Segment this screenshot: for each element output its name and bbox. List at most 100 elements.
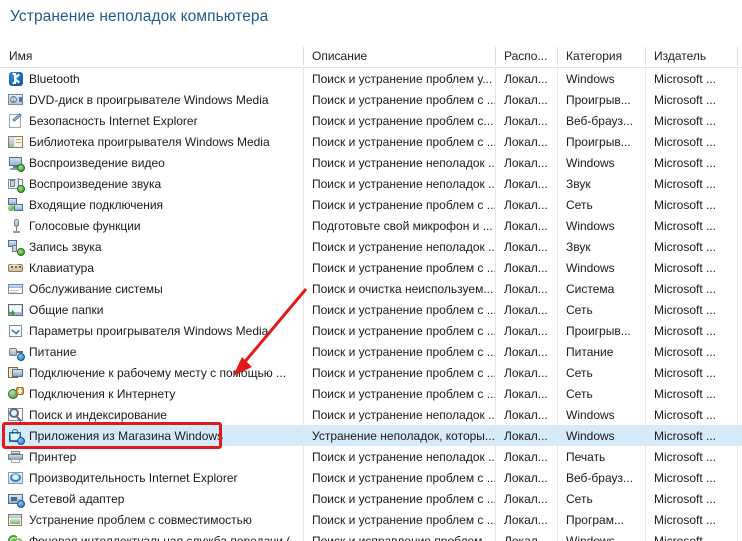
cell-location: Локал...	[504, 365, 548, 380]
cell-name: DVD-диск в проигрывателе Windows Media	[0, 89, 303, 110]
cell-location: Локал...	[504, 491, 548, 506]
cell-name: Bluetooth	[0, 68, 303, 89]
column-divider-category-publisher[interactable]	[645, 47, 646, 65]
cell-category: Windows	[566, 218, 615, 233]
cell-location: Локал...	[504, 302, 548, 317]
shared-folders-icon	[8, 302, 24, 318]
table-row[interactable]: Воспроизведение видео Поиск и устранение …	[0, 152, 742, 173]
table-row[interactable]: Клавиатура Поиск и устранение проблем с .…	[0, 257, 742, 278]
cell-location: Локал...	[504, 386, 548, 401]
troubleshooter-name: Питание	[29, 344, 77, 359]
cell-description: Поиск и очистка неиспользуем...	[312, 281, 494, 296]
troubleshooter-name: Воспроизведение звука	[29, 176, 162, 191]
internet-connections-icon	[8, 386, 24, 402]
cell-category: Веб-брауз...	[566, 470, 634, 485]
column-header-location[interactable]: Распо...	[495, 44, 557, 68]
cell-description: Поиск и устранение неполадок ...	[312, 176, 495, 191]
troubleshooter-name: Подключения к Интернету	[29, 386, 176, 401]
cell-location: Локал...	[504, 533, 548, 541]
cell-description: Поиск и устранение проблем с ...	[312, 365, 495, 380]
table-row[interactable]: Фоновая интеллектуальная служба передачи…	[0, 530, 742, 541]
cell-publisher: Microsoft ...	[654, 176, 717, 191]
column-divider-name-description[interactable]	[303, 47, 304, 65]
troubleshooter-name: Подключение к рабочему месту с помощью .…	[29, 365, 287, 380]
cell-category: Сеть	[566, 302, 593, 317]
troubleshooter-name: Сетевой адаптер	[29, 491, 125, 506]
dvd-drive-icon	[8, 92, 24, 108]
cell-location: Локал...	[504, 197, 548, 212]
table-row[interactable]: Обслуживание системы Поиск и очистка неис…	[0, 278, 742, 299]
cell-publisher: Microsoft ...	[654, 428, 717, 443]
cell-publisher: Microsoft ...	[654, 260, 717, 275]
cell-description: Поиск и устранение проблем с ...	[312, 92, 495, 107]
troubleshooter-name: Запись звука	[29, 239, 102, 254]
column-divider-location-category[interactable]	[557, 47, 558, 65]
cell-description: Поиск и устранение проблем у...	[312, 71, 493, 86]
search-index-icon	[8, 407, 24, 423]
troubleshooter-name: Библиотека проигрывателя Windows Media	[29, 134, 270, 149]
incoming-connections-icon	[8, 197, 24, 213]
cell-publisher: Microsoft ...	[654, 323, 717, 338]
table-row[interactable]: Подключение к рабочему месту с помощью .…	[0, 362, 742, 383]
table-row[interactable]: Входящие подключения Поиск и устранение п…	[0, 194, 742, 215]
cell-category: Звук	[566, 239, 591, 254]
table-row[interactable]: Подключения к Интернету Поиск и устранени…	[0, 383, 742, 404]
cell-publisher: Microsoft ...	[654, 365, 717, 380]
cell-location: Локал...	[504, 428, 548, 443]
table-row[interactable]: Общие папки Поиск и устранение проблем с …	[0, 299, 742, 320]
cell-name: Поиск и индексирование	[0, 404, 303, 425]
troubleshooter-name: Голосовые функции	[29, 218, 141, 233]
table-row[interactable]: Производительность Internet Explorer Поис…	[0, 467, 742, 488]
column-header-category[interactable]: Категория	[557, 44, 645, 68]
cell-publisher: Microsoft ...	[654, 155, 717, 170]
keyboard-icon	[8, 260, 24, 276]
cell-name: Фоновая интеллектуальная служба передачи…	[0, 530, 303, 541]
cell-category: Проигрыв...	[566, 92, 631, 107]
cell-category: Питание	[566, 344, 614, 359]
column-header-name[interactable]: Имя	[0, 44, 303, 68]
table-row[interactable]: Приложения из Магазина Windows Устранение…	[0, 425, 742, 446]
table-row[interactable]: Воспроизведение звука Поиск и устранение …	[0, 173, 742, 194]
troubleshooting-window: Устранение неполадок компьютера Имя Опис…	[0, 0, 742, 541]
grid-line-5	[737, 68, 738, 541]
table-row[interactable]: Поиск и индексирование Поиск и устранение…	[0, 404, 742, 425]
table-row[interactable]: Сетевой адаптер Поиск и устранение пробле…	[0, 488, 742, 509]
cell-name: Обслуживание системы	[0, 278, 303, 299]
table-row[interactable]: Голосовые функции Подготовьте свой микроф…	[0, 215, 742, 236]
cell-publisher: Microsoft ...	[654, 218, 717, 233]
table-row[interactable]: Безопасность Internet Explorer Поиск и ус…	[0, 110, 742, 131]
cell-publisher: Microsoft ...	[654, 197, 717, 212]
cell-category: Сеть	[566, 386, 593, 401]
cell-description: Поиск и устранение проблем с ...	[312, 260, 495, 275]
cell-location: Локал...	[504, 134, 548, 149]
table-row[interactable]: Запись звука Поиск и устранение неполадок…	[0, 236, 742, 257]
table-row[interactable]: Принтер Поиск и устранение неполадок ... Л…	[0, 446, 742, 467]
cell-description: Поиск и устранение проблем с ...	[312, 323, 495, 338]
troubleshooter-name: Фоновая интеллектуальная служба передачи…	[29, 533, 301, 541]
table-row[interactable]: Устранение проблем с совместимостью Поиск…	[0, 509, 742, 530]
cell-location: Локал...	[504, 281, 548, 296]
table-row[interactable]: Параметры проигрывателя Windows Media Пои…	[0, 320, 742, 341]
table-row[interactable]: Bluetooth Поиск и устранение проблем у...…	[0, 68, 742, 89]
cell-name: Безопасность Internet Explorer	[0, 110, 303, 131]
cell-name: Запись звука	[0, 236, 303, 257]
cell-location: Локал...	[504, 260, 548, 275]
cell-name: Воспроизведение звука	[0, 173, 303, 194]
table-row[interactable]: Питание Поиск и устранение проблем с ... Л…	[0, 341, 742, 362]
grid-line-3	[557, 68, 558, 541]
column-divider-description-location[interactable]	[495, 47, 496, 65]
cell-category: Печать	[566, 449, 606, 464]
troubleshooter-name: Обслуживание системы	[29, 281, 163, 296]
column-header-publisher[interactable]: Издатель	[645, 44, 737, 68]
column-divider-publisher-end[interactable]	[737, 47, 738, 65]
table-row[interactable]: Библиотека проигрывателя Windows Media По…	[0, 131, 742, 152]
cell-category: Проигрыв...	[566, 134, 631, 149]
cell-publisher: Microsoft ...	[654, 281, 717, 296]
table-row[interactable]: DVD-диск в проигрывателе Windows Media По…	[0, 89, 742, 110]
column-header-description[interactable]: Описание	[303, 44, 495, 68]
ie-security-icon	[8, 112, 24, 129]
cell-description: Поиск и устранение проблем с ...	[312, 197, 495, 212]
cell-name: Входящие подключения	[0, 194, 303, 215]
cell-category: Проигрыв...	[566, 323, 631, 338]
cell-name: Голосовые функции	[0, 215, 303, 236]
